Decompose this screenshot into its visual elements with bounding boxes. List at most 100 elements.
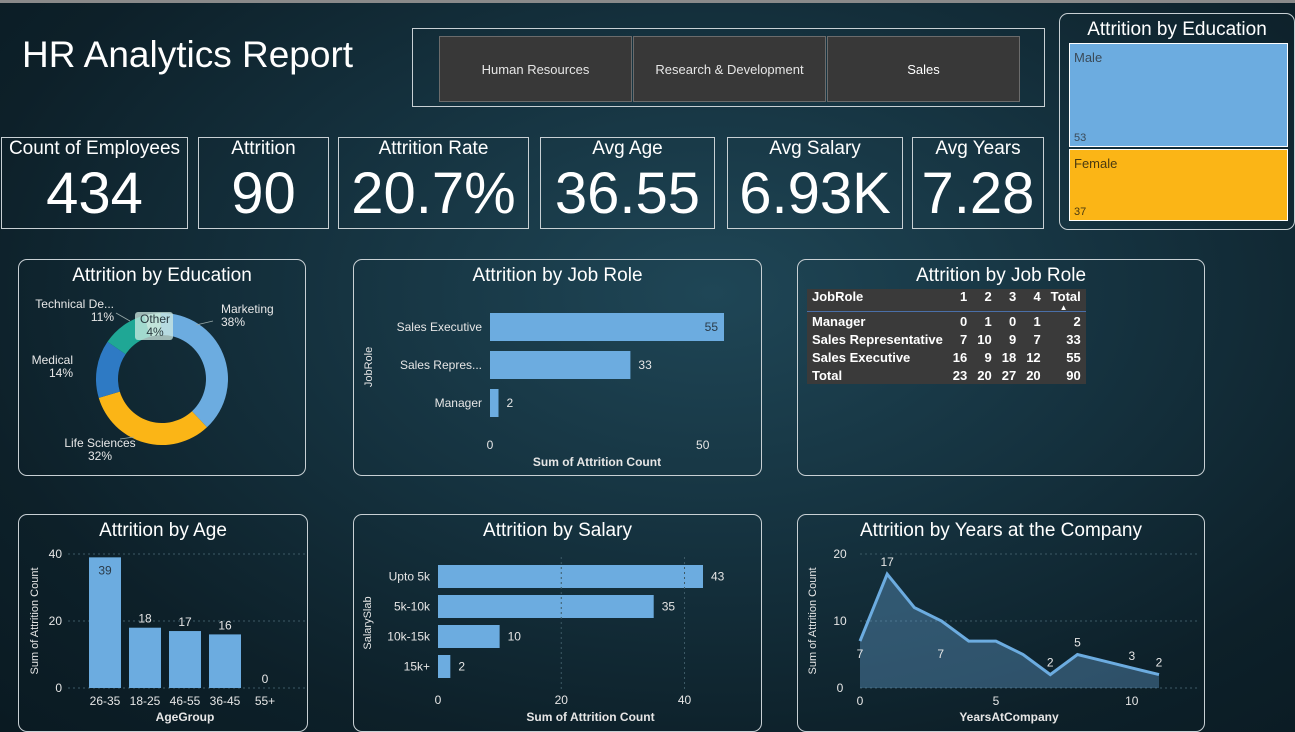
slicer-sales-button[interactable]: Sales — [827, 36, 1020, 102]
slice-name-label: Life Sciences — [64, 436, 135, 450]
table-cell: 10 — [977, 331, 992, 347]
jobrole-bar-chart: Sales Executive 55 Sales Repres... 33 Manage… — [363, 313, 724, 469]
data-label: 2 — [1047, 656, 1054, 670]
header-cell[interactable]: 4 — [1021, 289, 1045, 312]
x-tick-label: 0 — [487, 438, 494, 452]
bar-10k-15k — [438, 625, 500, 648]
header-cell[interactable]: 1 — [948, 289, 972, 312]
x-tick-label: 5 — [993, 694, 1000, 708]
table-header-row: JobRole 1 2 3 4 Total ▲ — [807, 289, 1086, 312]
kpi-value: 434 — [46, 161, 143, 226]
table-cell: 90 — [1066, 367, 1081, 383]
kpi-value: 7.28 — [921, 161, 1035, 226]
slicer-human-resources-button[interactable]: Human Resources — [439, 36, 632, 102]
window-top-border — [0, 0, 1295, 3]
kpi-value: 36.55 — [554, 161, 701, 226]
age-bar-chart: 0 20 40 39 26-35 18 18-25 17 46-55 16 36-45 0 55+ Age… — [29, 547, 308, 724]
card-title: Attrition by Education — [1087, 19, 1267, 40]
kpi-label: Avg Years — [935, 138, 1021, 159]
slice-name-label: Marketing — [221, 302, 274, 316]
data-label: 17 — [178, 615, 192, 629]
header-total-cell[interactable]: Total ▲ — [1046, 289, 1086, 312]
jobrole-matrix-table: JobRole 1 2 3 4 Total ▲ Manager 0 1 0 1 2… — [807, 289, 1086, 384]
table-row: Sales Representative 7 10 9 7 33 — [807, 330, 1086, 348]
row-label: Sales Executive — [812, 349, 911, 365]
slice-name-label: Medical — [32, 353, 73, 367]
treemap-tile-male[interactable]: Male 53 — [1069, 43, 1288, 147]
data-label: 16 — [218, 618, 232, 632]
data-label: 39 — [98, 563, 112, 577]
sort-desc-icon[interactable]: ▲ — [1060, 303, 1068, 312]
category-tick-label: Manager — [435, 396, 482, 410]
data-label: 2 — [458, 660, 465, 674]
table-cell: 2 — [1073, 313, 1081, 329]
x-tick-label: 0 — [857, 694, 864, 708]
slice-percent-label: 38% — [221, 315, 245, 329]
bar-age-18-25 — [129, 627, 161, 688]
data-label: 10 — [508, 630, 522, 644]
y-tick-label: 20 — [49, 614, 63, 628]
treemap-tile-female[interactable]: Female 37 — [1069, 149, 1288, 221]
header-cell[interactable]: 3 — [997, 289, 1021, 312]
bar-5k-10k — [438, 595, 654, 618]
x-tick-label: 36-45 — [210, 694, 241, 708]
kpi-label: Avg Salary — [769, 138, 861, 159]
data-label: 35 — [662, 600, 676, 614]
years-area-chart: 0 10 20 0 5 10 7 17 7 2 5 3 2 YearsAtCompany Sum of At… — [807, 547, 1197, 724]
tile-value: 37 — [1074, 206, 1087, 218]
y-axis-title: SalarySlab — [362, 596, 374, 649]
slicer-research-development-button[interactable]: Research & Development — [633, 36, 826, 102]
kpi-value: 20.7% — [351, 161, 516, 226]
table-cell: 20 — [1026, 367, 1041, 383]
table-cell: 9 — [1008, 331, 1017, 347]
y-tick-label: 10 — [833, 614, 847, 628]
bar-upto-5k — [438, 565, 703, 588]
leader-line — [115, 312, 131, 322]
table-cell: 7 — [960, 331, 968, 347]
table-cell: 18 — [1001, 349, 1017, 365]
y-tick-label: 40 — [49, 547, 63, 561]
bar-sales-repres- — [490, 351, 631, 379]
card-title: Attrition by Job Role — [915, 265, 1087, 286]
x-axis-title: Sum of Attrition Count — [533, 455, 661, 469]
category-tick-label: 15k+ — [404, 660, 430, 674]
y-axis-title: Sum of Attrition Count — [807, 568, 819, 675]
slice-percent-label: 14% — [49, 366, 73, 380]
y-tick-label: 0 — [55, 681, 62, 695]
kpi-label: Avg Age — [592, 138, 663, 159]
kpi-label: Attrition — [231, 138, 296, 159]
x-tick-label: 46-55 — [170, 694, 201, 708]
data-label: 2 — [1156, 656, 1163, 670]
table-row: Manager 0 1 0 1 2 — [807, 311, 1086, 330]
y-axis-title: Sum of Attrition Count — [29, 568, 41, 675]
table-cell: 9 — [984, 349, 992, 365]
table-cell: 27 — [1001, 367, 1017, 383]
kpi-count-of-employees: Count of Employees 434 — [1, 137, 188, 229]
row-label: Manager — [812, 313, 866, 329]
tile-label: Female — [1074, 156, 1118, 171]
x-tick-label: 55+ — [255, 694, 275, 708]
table-cell: 1 — [984, 313, 992, 329]
gender-treemap-card: Attrition by Education Male 53 Female 37 — [1059, 13, 1295, 230]
tile-label: Male — [1074, 50, 1103, 65]
category-tick-label: Upto 5k — [389, 570, 431, 584]
y-tick-label: 0 — [837, 681, 844, 695]
bar-sales-executive — [490, 313, 724, 341]
table-cell: 1 — [1033, 313, 1041, 329]
category-tick-label: 10k-15k — [387, 630, 431, 644]
tile-value: 53 — [1074, 132, 1087, 144]
salary-bar-chart: Upto 5k 435k-10k 3510k-15k 1015k+ 20 20 40Sum … — [362, 557, 725, 724]
kpi-avg-age: Avg Age 36.55 — [540, 137, 715, 229]
kpi-avg-salary: Avg Salary 6.93K — [727, 137, 903, 229]
data-label: 18 — [138, 612, 152, 626]
header-cell[interactable]: 2 — [972, 289, 996, 312]
category-tick-label: Sales Repres... — [400, 358, 482, 372]
leader-line — [195, 320, 214, 326]
slice-percent-label: 32% — [88, 449, 112, 463]
header-cell[interactable]: JobRole — [807, 289, 948, 312]
bar-15k- — [438, 655, 451, 678]
kpi-label: Attrition Rate — [378, 138, 489, 159]
data-label: 55 — [705, 320, 719, 334]
bar-age-46-55 — [169, 631, 201, 688]
x-axis-title: YearsAtCompany — [959, 710, 1059, 724]
